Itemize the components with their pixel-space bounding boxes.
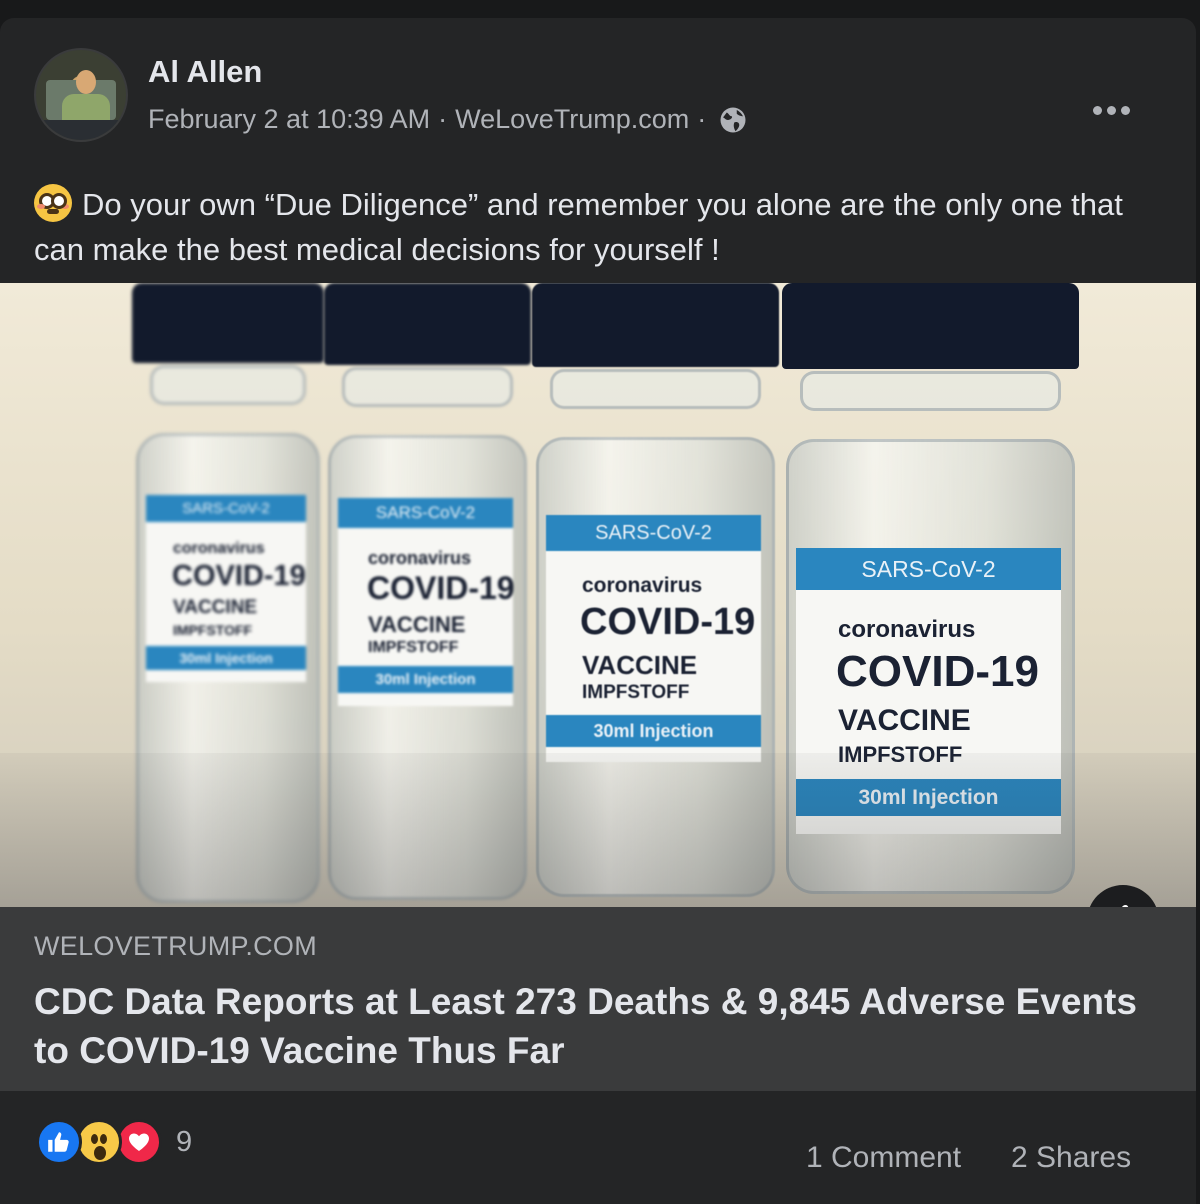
vial-label-line2: COVID-19 [172, 560, 306, 592]
vial-label-top: SARS-CoV-2 [146, 495, 306, 522]
link-domain: WELOVETRUMP.COM [34, 931, 318, 961]
more-options-button[interactable] [1084, 90, 1138, 130]
vial-label-bottom: 30ml Injection [546, 715, 761, 747]
vial-label-line3: VACCINE [838, 704, 971, 737]
avatar-bottom [36, 120, 126, 140]
link-title[interactable]: CDC Data Reports at Least 273 Deaths & 9… [34, 977, 1154, 1075]
vial-label-line3: VACCINE [173, 597, 258, 618]
wow-icon [76, 1119, 122, 1165]
table-reflection [0, 753, 1196, 907]
globe-icon[interactable] [718, 105, 748, 135]
vial-label-line1: coronavirus [173, 540, 265, 557]
post-card: Al Allen February 2 at 10:39 AM · WeLove… [0, 18, 1196, 1204]
post-body: Do your own “Due Diligence” and remember… [34, 187, 1123, 267]
author-name[interactable]: Al Allen [148, 54, 262, 90]
vial-label: SARS-CoV-2 coronavirus COVID-19 VACCINE IMPF… [146, 495, 306, 682]
love-icon [116, 1119, 162, 1165]
vial-label-line4: IMPFSTOFF [173, 622, 253, 638]
reactions-summary[interactable]: 9 [36, 1118, 192, 1166]
vial-label-line3: VACCINE [582, 650, 698, 680]
post-via-site[interactable]: WeLoveTrump.com [455, 104, 689, 135]
vial-label-top: SARS-CoV-2 [796, 548, 1061, 590]
meta-separator: · [438, 104, 448, 134]
flushed-face-icon [34, 184, 72, 222]
vial-label-line2: COVID-19 [836, 647, 1039, 696]
comment-count[interactable]: 1 Comment [806, 1141, 961, 1175]
post-text: Do your own “Due Diligence” and remember… [34, 182, 1144, 272]
vial-label-bottom: 30ml Injection [338, 666, 513, 693]
more-dot [1120, 105, 1130, 115]
vial-label-line2: COVID-19 [367, 570, 515, 606]
vial-label-line1: coronavirus [582, 574, 703, 597]
avatar-face [76, 70, 96, 94]
like-icon [36, 1119, 82, 1165]
more-horizontal-icon [1092, 105, 1102, 115]
link-preview[interactable]: WELOVETRUMP.COM CDC Data Reports at Leas… [0, 907, 1196, 1091]
vial-label-top: SARS-CoV-2 [546, 515, 761, 551]
share-count[interactable]: 2 Shares [1011, 1141, 1131, 1175]
reaction-count: 9 [176, 1125, 193, 1158]
link-preview-image[interactable]: SARS-CoV-2 coronavirus COVID-19 VACCINE IMPF… [0, 283, 1196, 907]
vial-label-line1: coronavirus [838, 616, 976, 643]
meta-separator-2: · [697, 104, 707, 134]
post-timestamp[interactable]: February 2 at 10:39 AM [148, 104, 430, 135]
more-dot [1106, 105, 1116, 115]
author-avatar[interactable] [34, 48, 128, 142]
vial-label-line3: VACCINE [368, 612, 466, 637]
vial-label-line4: IMPFSTOFF [368, 639, 459, 656]
vial-label-line2: COVID-19 [580, 601, 756, 643]
vial-label: SARS-CoV-2 coronavirusCOVID-19 VACCINE IMPF… [338, 498, 515, 706]
vial-label-line4: IMPFSTOFF [582, 682, 690, 703]
post-meta: February 2 at 10:39 AM · WeLoveTrump.com… [148, 104, 748, 135]
vial-label-bottom: 30ml Injection [146, 646, 306, 670]
vial-label: SARS-CoV-2 coronavirus COVID-19 VACCINEIMPF… [546, 515, 761, 762]
vial-label-line1: coronavirus [368, 548, 472, 568]
vial-label-top: SARS-CoV-2 [338, 498, 513, 528]
